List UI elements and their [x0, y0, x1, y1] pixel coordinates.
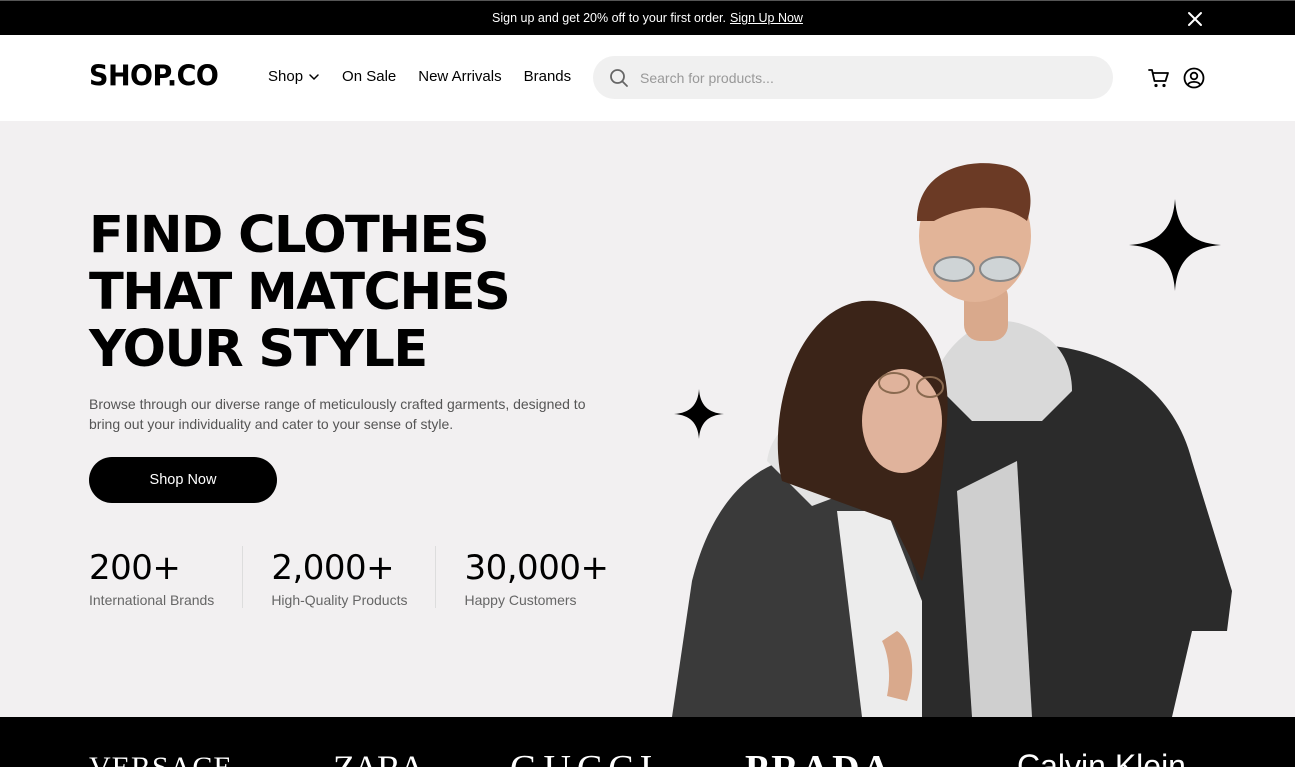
stats-row: 200+ International Brands 2,000+ High-Qu…: [89, 546, 664, 608]
brand-logo-versace[interactable]: VERSACE: [89, 751, 233, 767]
nav-item-on-sale[interactable]: On Sale: [342, 68, 396, 85]
sparkle-icon: [1129, 199, 1221, 291]
headline-line: YOUR STYLE: [89, 320, 428, 379]
headline-line: FIND CLOTHES: [89, 206, 490, 265]
chevron-down-icon: [309, 73, 319, 80]
user-icon[interactable]: [1183, 67, 1205, 89]
stat-label: Happy Customers: [464, 592, 577, 608]
hero-headline: FIND CLOTHES THAT MATCHES YOUR STYLE: [89, 206, 511, 379]
nav-item-shop[interactable]: Shop: [268, 68, 320, 85]
nav-item-new-arrivals[interactable]: New Arrivals: [418, 68, 501, 85]
logo[interactable]: SHOP.CO: [89, 60, 219, 93]
brands-strip: VERSACE ZARA GUCCI PRADA Calvin Klein: [0, 717, 1295, 767]
headline-line: THAT MATCHES: [89, 263, 511, 322]
stat-brands: 200+ International Brands: [89, 546, 244, 608]
search-bar: [593, 56, 1113, 99]
stat-products: 2,000+ High-Quality Products: [271, 546, 437, 608]
sign-up-link[interactable]: Sign Up Now: [730, 11, 803, 25]
brand-logo-gucci[interactable]: GUCCI: [510, 747, 658, 767]
hero-section: FIND CLOTHES THAT MATCHES YOUR STYLE Bro…: [0, 121, 1295, 717]
nav-links: Shop On Sale New Arrivals Brands: [268, 68, 593, 85]
close-icon[interactable]: [1186, 10, 1204, 28]
brand-logo-calvin-klein[interactable]: Calvin Klein: [1017, 748, 1186, 767]
search-input[interactable]: [640, 69, 1080, 86]
stat-label: High-Quality Products: [271, 592, 408, 608]
stat-value: 200+: [89, 548, 181, 588]
cart-icon[interactable]: [1148, 67, 1170, 89]
hero-subtitle: Browse through our diverse range of meti…: [89, 396, 586, 432]
brand-logo-prada[interactable]: PRADA: [745, 747, 893, 767]
navbar: SHOP.CO Shop On Sale New Arrivals Brands: [0, 35, 1295, 121]
search-icon[interactable]: [609, 68, 629, 88]
shop-now-button[interactable]: Shop Now: [89, 457, 277, 503]
stat-value: 2,000+: [271, 548, 395, 588]
stat-customers: 30,000+ Happy Customers: [464, 546, 636, 608]
nav-item-brands[interactable]: Brands: [524, 68, 572, 85]
sparkle-icon: [674, 389, 724, 439]
promo-bar: Sign up and get 20% off to your first or…: [0, 0, 1295, 35]
stat-label: International Brands: [89, 592, 215, 608]
nav-item-label: Shop: [268, 68, 304, 85]
brand-logo-zara[interactable]: ZARA: [333, 747, 425, 767]
promo-text: Sign up and get 20% off to your first or…: [492, 11, 726, 25]
stat-value: 30,000+: [464, 548, 609, 588]
